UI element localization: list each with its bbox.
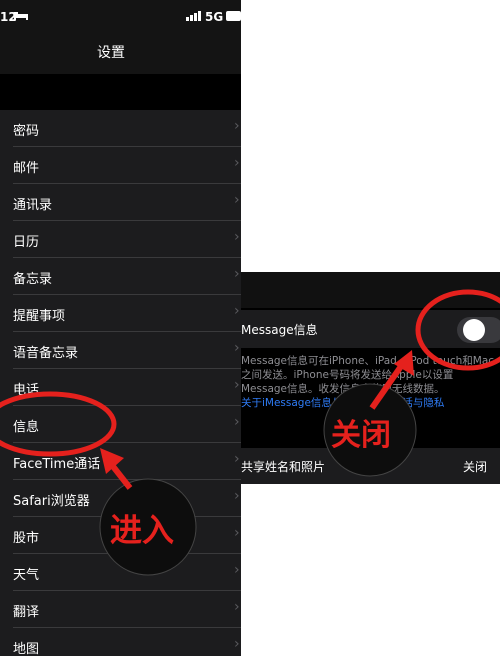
close-annotation: 关闭 xyxy=(331,418,391,453)
messages-highlight-ellipse xyxy=(0,391,117,457)
toggle-highlight-ellipse xyxy=(415,289,500,371)
enter-arrow-head xyxy=(100,448,124,474)
annotation-overlay xyxy=(0,289,500,576)
enter-annotation: 进入 xyxy=(110,511,175,549)
